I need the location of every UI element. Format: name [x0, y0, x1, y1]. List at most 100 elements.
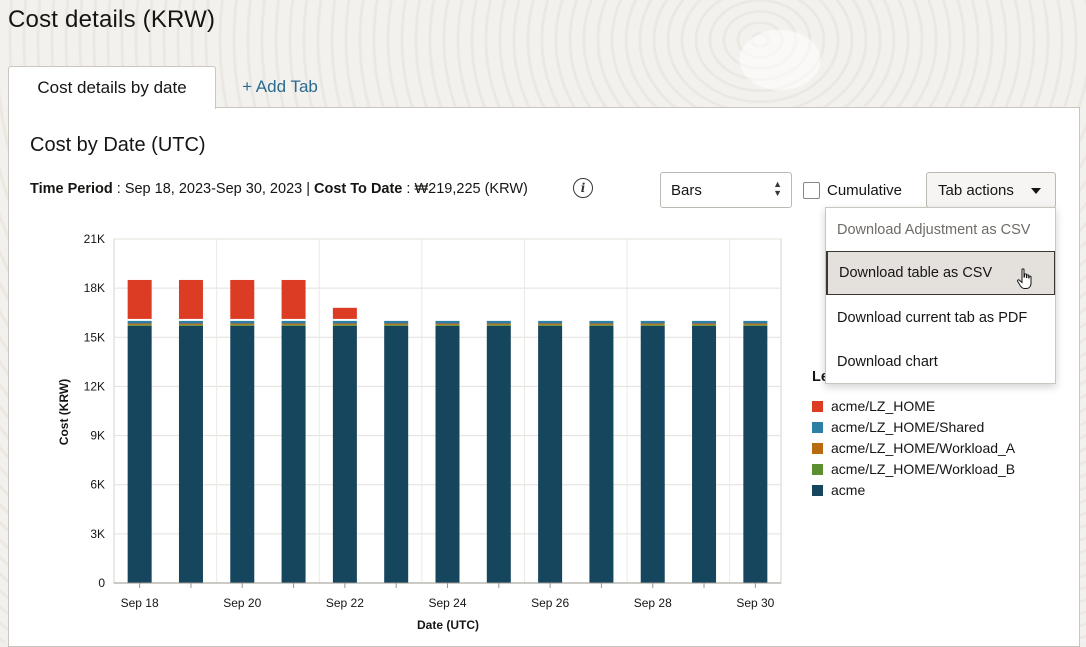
tab-cost-details-by-date[interactable]: Cost details by date: [8, 66, 216, 109]
bar-segment[interactable]: [743, 325, 768, 583]
legend-item[interactable]: acme/LZ_HOME/Shared: [812, 419, 984, 435]
tab-actions-label: Tab actions: [938, 181, 1014, 199]
bar-segment[interactable]: [281, 279, 306, 319]
bar-segment[interactable]: [332, 307, 357, 319]
bar-segment[interactable]: [435, 323, 460, 325]
tab-actions-button[interactable]: Tab actions: [926, 172, 1056, 208]
y-tick-label: 18K: [84, 281, 105, 295]
bar-segment[interactable]: [281, 325, 306, 583]
legend-label: acme/LZ_HOME: [831, 398, 936, 414]
bar-segment[interactable]: [435, 320, 460, 324]
x-tick-label: Sep 24: [428, 596, 466, 610]
legend-swatch: [812, 484, 823, 496]
legend-item[interactable]: acme/LZ_HOME/Workload_B: [812, 461, 1015, 477]
select-arrows-icon: ▲ ▼: [773, 179, 782, 198]
bar-segment[interactable]: [486, 323, 511, 325]
legend-label: acme: [831, 482, 866, 498]
bar-segment[interactable]: [640, 323, 665, 325]
bar-segment[interactable]: [384, 325, 409, 583]
bar-segment[interactable]: [538, 324, 563, 326]
y-tick-label: 12K: [84, 379, 105, 393]
legend-item[interactable]: acme: [812, 482, 865, 498]
bar-segment[interactable]: [230, 320, 255, 324]
bar-segment[interactable]: [435, 324, 460, 326]
add-tab-link[interactable]: + Add Tab: [228, 66, 332, 108]
legend-item[interactable]: acme/LZ_HOME: [812, 398, 935, 414]
y-tick-label: 3K: [90, 527, 105, 541]
bar-segment[interactable]: [486, 324, 511, 326]
x-tick-label: Sep 26: [531, 596, 569, 610]
bar-segment[interactable]: [281, 323, 306, 325]
hand-cursor-icon: [1016, 268, 1032, 289]
menu-item-download-adjustment-csv[interactable]: Download Adjustment as CSV: [826, 208, 1055, 252]
chart-type-select[interactable]: Bars ▲ ▼: [660, 172, 792, 208]
bar-segment[interactable]: [178, 324, 203, 326]
menu-item-download-chart[interactable]: Download chart: [826, 340, 1055, 384]
tab-actions-menu: Download Adjustment as CSV Download tabl…: [825, 207, 1056, 384]
bar-segment[interactable]: [486, 325, 511, 583]
chart-type-value: Bars: [671, 181, 702, 199]
bar-segment[interactable]: [538, 320, 563, 324]
bar-segment[interactable]: [178, 323, 203, 325]
bar-segment[interactable]: [332, 324, 357, 326]
caret-down-icon: [1031, 188, 1041, 194]
bar-segment[interactable]: [692, 325, 717, 583]
legend-swatch: [812, 421, 823, 433]
bar-segment[interactable]: [538, 323, 563, 325]
bar-segment[interactable]: [435, 325, 460, 583]
legend-label: acme/LZ_HOME/Workload_B: [831, 461, 1016, 477]
bar-segment[interactable]: [589, 325, 614, 583]
cumulative-label: Cumulative: [827, 182, 903, 199]
x-tick-label: Sep 20: [223, 596, 261, 610]
y-tick-label: 15K: [84, 330, 105, 344]
cumulative-checkbox[interactable]: [803, 182, 820, 199]
bar-segment[interactable]: [127, 279, 152, 319]
x-tick-label: Sep 28: [634, 596, 672, 610]
bar-segment[interactable]: [230, 279, 255, 319]
y-tick-label: 21K: [84, 232, 105, 246]
bar-segment[interactable]: [127, 325, 152, 583]
bar-segment[interactable]: [230, 325, 255, 583]
menu-item-download-tab-pdf[interactable]: Download current tab as PDF: [826, 296, 1055, 340]
bar-segment[interactable]: [230, 324, 255, 326]
bar-segment[interactable]: [384, 324, 409, 326]
legend-item[interactable]: acme/LZ_HOME/Workload_A: [812, 440, 1015, 456]
bar-segment[interactable]: [589, 323, 614, 325]
bar-segment[interactable]: [640, 325, 665, 583]
y-tick-label: 0: [98, 576, 105, 590]
bar-segment[interactable]: [281, 324, 306, 326]
bar-segment[interactable]: [178, 325, 203, 583]
cost-to-date-label: Cost To Date: [314, 181, 403, 197]
bar-segment[interactable]: [743, 320, 768, 324]
bar-segment[interactable]: [743, 323, 768, 325]
bar-segment[interactable]: [127, 324, 152, 326]
x-axis-label: Date (UTC): [417, 618, 479, 632]
bar-segment[interactable]: [692, 320, 717, 324]
bar-segment[interactable]: [332, 320, 357, 324]
bar-segment[interactable]: [589, 320, 614, 324]
bar-segment[interactable]: [486, 320, 511, 324]
bar-segment[interactable]: [692, 323, 717, 325]
bar-segment[interactable]: [384, 320, 409, 324]
bar-segment[interactable]: [589, 324, 614, 326]
bar-segment[interactable]: [692, 324, 717, 326]
bar-segment[interactable]: [178, 279, 203, 319]
bar-segment[interactable]: [178, 320, 203, 324]
bar-segment[interactable]: [640, 324, 665, 326]
bar-segment[interactable]: [384, 323, 409, 325]
bar-segment[interactable]: [538, 325, 563, 583]
bar-segment[interactable]: [127, 320, 152, 324]
legend-swatch: [812, 463, 823, 475]
y-tick-label: 6K: [90, 478, 105, 492]
bar-segment[interactable]: [281, 320, 306, 324]
legend-swatch: [812, 400, 823, 412]
bar-segment[interactable]: [332, 325, 357, 583]
bar-segment[interactable]: [230, 323, 255, 325]
bar-segment[interactable]: [743, 324, 768, 326]
legend-label: acme/LZ_HOME/Shared: [831, 419, 985, 435]
bar-segment[interactable]: [640, 320, 665, 324]
legend-swatch: [812, 442, 823, 454]
bar-segment[interactable]: [332, 323, 357, 325]
info-icon[interactable]: i: [573, 178, 593, 198]
bar-segment[interactable]: [127, 323, 152, 325]
